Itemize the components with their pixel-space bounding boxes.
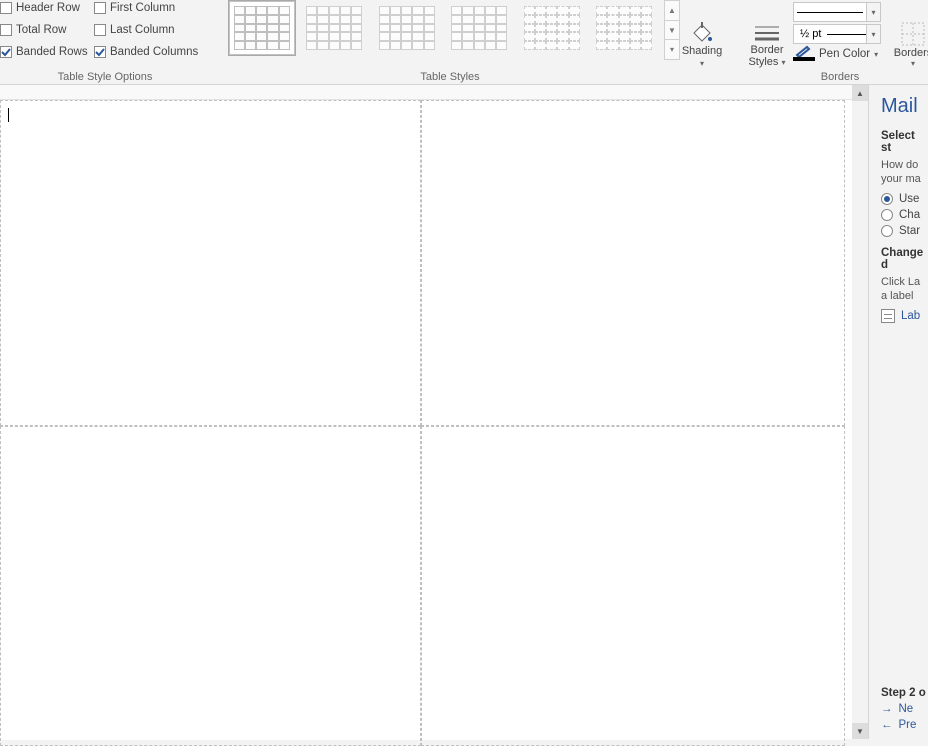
- group-borders: Border Styles ▾ ▾ ½ pt ▾ Pen Color ▾ Bor…: [745, 0, 928, 85]
- checkbox-label: Banded Columns: [110, 46, 198, 58]
- style-thumb-6[interactable]: [591, 0, 659, 56]
- checkbox-icon: [94, 2, 106, 14]
- border-line-style-combo[interactable]: ▾: [793, 2, 881, 22]
- scroll-up-button[interactable]: ▲: [852, 85, 868, 101]
- shading-button[interactable]: Shading ▾: [678, 0, 726, 68]
- radio-start-from[interactable]: Star: [881, 225, 928, 237]
- pen-color-label: Pen Color: [819, 48, 870, 60]
- checkbox-banded-columns[interactable]: Banded Columns: [94, 46, 198, 58]
- checkbox-label: Header Row: [16, 2, 80, 14]
- pane-title: Mail: [881, 95, 928, 118]
- checkbox-icon: [0, 24, 12, 36]
- scroll-track[interactable]: [852, 101, 868, 723]
- radio-label: Star: [899, 225, 920, 237]
- link-text: Pre: [899, 719, 917, 731]
- checkbox-label: Last Column: [110, 24, 175, 36]
- border-weight-combo[interactable]: ½ pt ▾: [793, 24, 881, 44]
- border-styles-label-1: Border: [750, 44, 783, 56]
- table-cell[interactable]: [0, 426, 421, 746]
- table-cell[interactable]: [421, 100, 845, 426]
- table-cell[interactable]: [0, 100, 421, 426]
- style-thumb-2[interactable]: [301, 0, 369, 56]
- bucket-icon: [690, 19, 714, 43]
- border-weight-value: ½ pt: [800, 28, 821, 40]
- mail-merge-pane: Mail Select st How do your ma Use Cha St…: [868, 85, 928, 739]
- label-options-link[interactable]: Lab: [881, 309, 928, 323]
- group-label: Table Styles: [215, 71, 685, 83]
- gallery-scroll-down[interactable]: ▼: [665, 21, 679, 41]
- border-styles-label-2: Styles: [748, 56, 778, 68]
- checkbox-icon: [94, 24, 106, 36]
- checkbox-label: Total Row: [16, 24, 67, 36]
- select-help: How do your ma: [881, 158, 928, 187]
- borders-label: Borders: [894, 47, 928, 59]
- checkbox-icon: [0, 2, 12, 14]
- checkbox-first-column[interactable]: First Column: [94, 2, 175, 14]
- style-thumb-3[interactable]: [373, 0, 441, 56]
- radio-label: Cha: [899, 209, 920, 221]
- line-preview: [827, 34, 866, 35]
- style-thumb-1[interactable]: [228, 0, 296, 56]
- change-help: Click La a label: [881, 275, 928, 304]
- wizard-step-nav: Step 2 o → Ne ← Pre: [881, 687, 928, 739]
- pen-color-button[interactable]: Pen Color ▾: [793, 47, 878, 61]
- radio-change-layout[interactable]: Cha: [881, 209, 928, 221]
- checkbox-total-row[interactable]: Total Row: [0, 24, 67, 36]
- scroll-down-button[interactable]: ▼: [852, 723, 868, 739]
- chevron-down-icon: ▾: [866, 3, 880, 21]
- group-table-style-options: Header Row Total Row Banded Rows First C…: [0, 0, 210, 85]
- chevron-down-icon: ▾: [700, 59, 704, 68]
- gallery-scroll-up[interactable]: ▲: [665, 1, 679, 21]
- wizard-next-link[interactable]: → Ne: [881, 703, 928, 715]
- chevron-down-icon: ▾: [782, 58, 786, 67]
- table-styles-gallery: [228, 0, 658, 60]
- table-cell[interactable]: [421, 426, 845, 746]
- border-styles-button[interactable]: Border Styles ▾: [745, 0, 789, 68]
- checkbox-banded-rows[interactable]: Banded Rows: [0, 46, 88, 58]
- ruler[interactable]: [0, 85, 868, 100]
- wizard-prev-link[interactable]: ← Pre: [881, 719, 928, 731]
- checkbox-label: Banded Rows: [16, 46, 88, 58]
- chevron-down-icon: ▾: [911, 59, 915, 68]
- radio-icon: [881, 225, 893, 237]
- line-preview: [797, 12, 863, 13]
- checkbox-header-row[interactable]: Header Row: [0, 2, 80, 14]
- radio-label: Use: [899, 193, 919, 205]
- ribbon: Header Row Total Row Banded Rows First C…: [0, 0, 928, 85]
- select-heading: Select st: [881, 130, 928, 154]
- style-thumb-4[interactable]: [446, 0, 514, 56]
- checkbox-last-column[interactable]: Last Column: [94, 24, 175, 36]
- gallery-expand[interactable]: ▾: [665, 40, 679, 59]
- text-cursor: [8, 108, 9, 122]
- group-table-styles: ▲ ▼ ▾ Table Styles: [215, 0, 685, 85]
- pen-color-swatch: [793, 47, 815, 61]
- page[interactable]: [0, 100, 845, 740]
- borders-icon: [900, 21, 926, 47]
- label-icon: [881, 309, 895, 323]
- radio-icon: [881, 209, 893, 221]
- checkbox-icon: [0, 46, 12, 58]
- checkbox-icon: [94, 46, 106, 58]
- step-heading: Step 2 o: [881, 687, 928, 699]
- arrow-left-icon: ←: [881, 719, 893, 731]
- chevron-down-icon: ▾: [866, 25, 880, 43]
- style-thumb-5[interactable]: [518, 0, 586, 56]
- arrow-right-icon: →: [881, 703, 893, 715]
- shading-label: Shading: [682, 45, 722, 57]
- chevron-down-icon: ▾: [874, 50, 878, 59]
- group-label: Table Style Options: [0, 71, 210, 83]
- document-area: [0, 85, 868, 739]
- link-text: Lab: [901, 310, 920, 322]
- borders-button[interactable]: Borders ▾: [891, 0, 928, 68]
- radio-use-current[interactable]: Use: [881, 193, 928, 205]
- vertical-scrollbar[interactable]: ▲ ▼: [852, 85, 868, 739]
- link-text: Ne: [899, 703, 914, 715]
- change-heading: Change d: [881, 247, 928, 271]
- group-label: Borders: [745, 71, 928, 83]
- radio-icon: [881, 193, 893, 205]
- border-styles-icon: [753, 22, 781, 44]
- checkbox-label: First Column: [110, 2, 175, 14]
- pen-icon: [795, 45, 813, 57]
